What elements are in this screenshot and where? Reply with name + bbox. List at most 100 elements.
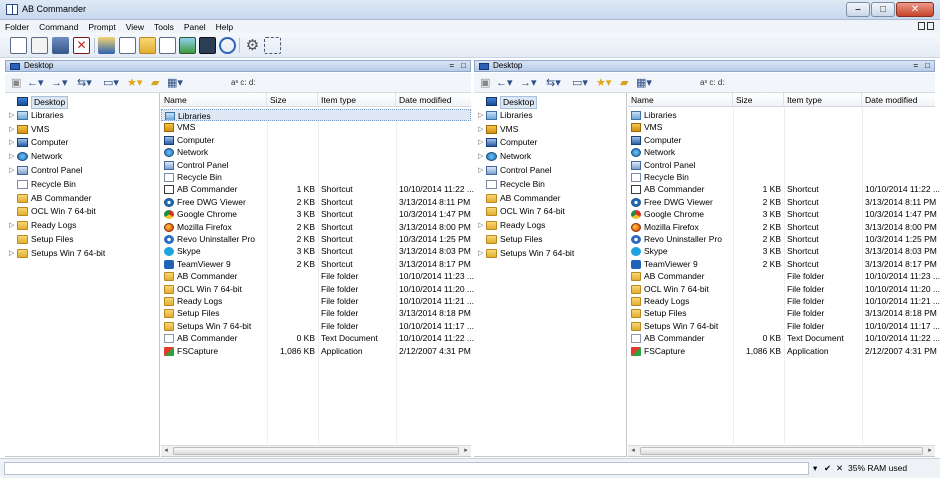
expand-arrow-icon[interactable]: ▷ xyxy=(478,136,486,149)
new-folder-icon[interactable] xyxy=(139,37,156,54)
scrollbar-thumb[interactable] xyxy=(640,447,923,455)
menu-view[interactable]: View xyxy=(121,22,149,32)
table-row[interactable]: AB Commander 1 KB Shortcut 10/10/2014 11:22… xyxy=(628,183,940,195)
table-row[interactable]: AB Commander File folder 10/10/2014 11:23 … xyxy=(161,270,474,282)
table-row[interactable]: VMS xyxy=(161,121,471,133)
expand-arrow-icon[interactable]: ▷ xyxy=(9,150,17,163)
table-row[interactable]: Google Chrome 3 KB Shortcut 10/3/2014 1:47 … xyxy=(161,208,471,220)
column-header-size[interactable]: Size xyxy=(733,93,784,107)
table-row[interactable]: Google Chrome 3 KB Shortcut 10/3/2014 1:47 … xyxy=(628,208,937,220)
scroll-right-icon[interactable]: ▸ xyxy=(925,446,935,456)
table-row[interactable]: OCL Win 7 64-bit File folder 10/10/2014 11… xyxy=(628,283,940,295)
rename-icon[interactable] xyxy=(52,37,69,54)
sync-icon[interactable]: ⇆▾ xyxy=(77,77,92,89)
column-header-size[interactable]: Size xyxy=(267,93,318,107)
paste-icon[interactable] xyxy=(31,37,48,54)
table-row[interactable]: AB Commander 1 KB Shortcut 10/10/2014 11:22… xyxy=(161,183,474,195)
table-row[interactable]: Skype 3 KB Shortcut 3/13/2014 8:03 PM xyxy=(628,245,937,257)
column-header-name[interactable]: Name xyxy=(161,93,267,107)
table-row[interactable]: Computer xyxy=(628,134,935,146)
scrollbar-thumb[interactable] xyxy=(173,447,459,455)
favorites-icon[interactable]: ★▾ xyxy=(596,77,611,89)
expand-arrow-icon[interactable]: ▷ xyxy=(478,109,486,122)
properties-icon[interactable] xyxy=(119,37,136,54)
table-row[interactable]: Control Panel xyxy=(628,159,935,171)
expand-arrow-icon[interactable]: ▷ xyxy=(478,219,486,232)
menu-tools[interactable]: Tools xyxy=(149,22,179,32)
column-header-type[interactable]: Item type xyxy=(784,93,862,107)
settings-icon[interactable]: ⚙ xyxy=(244,37,261,54)
table-row[interactable]: Ready Logs File folder 10/10/2014 11:21 ..… xyxy=(628,295,940,307)
history-dropdown-icon[interactable]: ▾ xyxy=(813,463,817,474)
search-icon[interactable] xyxy=(219,37,236,54)
close-button[interactable]: ✕ xyxy=(896,2,934,17)
table-row[interactable]: Recycle Bin xyxy=(161,171,471,183)
fullscreen-icon[interactable] xyxy=(264,37,281,54)
maximize-button[interactable]: □ xyxy=(871,2,895,17)
right-pane-header[interactable]: Desktop = □ xyxy=(474,60,935,72)
table-row[interactable]: Control Panel xyxy=(161,159,471,171)
forward-icon[interactable]: →▾ xyxy=(520,77,537,89)
cancel-x-icon[interactable]: ✕ xyxy=(836,463,843,474)
table-row[interactable]: Revo Uninstaller Pro 2 KB Shortcut 10/3/201… xyxy=(161,233,471,245)
expand-arrow-icon[interactable]: ▷ xyxy=(478,164,486,177)
scroll-right-icon[interactable]: ▸ xyxy=(461,446,471,456)
table-row[interactable]: Setups Win 7 64-bit File folder 10/10/2014… xyxy=(628,320,940,332)
table-row[interactable]: Ready Logs File folder 10/10/2014 11:21 ..… xyxy=(161,295,474,307)
command-prompt-icon[interactable] xyxy=(199,37,216,54)
expand-arrow-icon[interactable]: ▷ xyxy=(9,247,17,260)
execute-check-icon[interactable]: ✔ xyxy=(824,463,831,474)
table-row[interactable]: Revo Uninstaller Pro 2 KB Shortcut 10/3/201… xyxy=(628,233,937,245)
table-row[interactable]: AB Commander File folder 10/10/2014 11:23 … xyxy=(628,270,940,282)
expand-arrow-icon[interactable]: ▷ xyxy=(9,219,17,232)
panel-layout-icon[interactable] xyxy=(918,22,934,30)
expand-arrow-icon[interactable]: ▷ xyxy=(9,136,17,149)
table-row[interactable]: Setup Files File folder 3/13/2014 8:18 PM xyxy=(628,307,937,319)
folder-shortcut-icon[interactable]: ▰ xyxy=(620,77,628,89)
expand-arrow-icon[interactable]: ▷ xyxy=(9,123,17,136)
pane-maximize-icon[interactable]: □ xyxy=(925,61,930,71)
table-row[interactable]: FSCapture 1,086 KB Application 2/12/2007 4:… xyxy=(628,345,937,357)
column-header-type[interactable]: Item type xyxy=(318,93,396,107)
left-pane-header[interactable]: Desktop = □ xyxy=(5,60,471,72)
up-folder-icon[interactable]: ▣ xyxy=(480,77,490,89)
table-row[interactable]: Mozilla Firefox 2 KB Shortcut 3/13/2014 8:0… xyxy=(161,221,471,233)
column-header-date[interactable]: Date modified xyxy=(862,93,940,107)
table-row[interactable]: AB Commander 0 KB Text Document 10/10/2014 … xyxy=(628,332,940,344)
drive-buttons[interactable]: aˢ c: d: xyxy=(231,77,256,89)
expand-arrow-icon[interactable]: ▷ xyxy=(9,109,17,122)
copy-icon[interactable] xyxy=(10,37,27,54)
scroll-left-icon[interactable]: ◂ xyxy=(161,446,171,456)
table-row[interactable]: Setups Win 7 64-bit File folder 10/10/2014… xyxy=(161,320,474,332)
back-icon[interactable]: ←▾ xyxy=(496,77,513,89)
image-view-icon[interactable] xyxy=(179,37,196,54)
menu-panel[interactable]: Panel xyxy=(179,22,211,32)
menu-prompt[interactable]: Prompt xyxy=(83,22,120,32)
table-row[interactable]: Setup Files File folder 3/13/2014 8:18 PM xyxy=(161,307,471,319)
pane-menu-icon[interactable]: = xyxy=(449,61,454,71)
command-line-input[interactable] xyxy=(4,462,809,475)
expand-arrow-icon[interactable]: ▷ xyxy=(478,247,486,260)
up-folder-icon[interactable]: ▣ xyxy=(11,77,21,89)
table-row[interactable]: Recycle Bin xyxy=(628,171,935,183)
table-row[interactable]: Free DWG Viewer 2 KB Shortcut 3/13/2014 8:1… xyxy=(161,196,471,208)
pane-maximize-icon[interactable]: □ xyxy=(461,61,466,71)
table-row[interactable]: Network xyxy=(628,146,935,158)
table-row[interactable]: Mozilla Firefox 2 KB Shortcut 3/13/2014 8:0… xyxy=(628,221,937,233)
table-row[interactable]: Free DWG Viewer 2 KB Shortcut 3/13/2014 8:1… xyxy=(628,196,936,208)
horizontal-scrollbar[interactable]: ◂ ▸ xyxy=(628,445,935,456)
favorites-icon[interactable]: ★▾ xyxy=(127,77,142,89)
back-icon[interactable]: ←▾ xyxy=(27,77,44,89)
table-row[interactable]: AB Commander 0 KB Text Document 10/10/2014 … xyxy=(161,332,474,344)
pane-menu-icon[interactable]: = xyxy=(913,61,918,71)
table-row[interactable]: Skype 3 KB Shortcut 3/13/2014 8:03 PM xyxy=(161,245,471,257)
table-row[interactable]: Libraries xyxy=(628,109,935,121)
table-row[interactable]: Network xyxy=(161,146,471,158)
view-icon[interactable] xyxy=(159,37,176,54)
monitor-icon[interactable]: ▭▾ xyxy=(572,77,588,89)
menu-command[interactable]: Command xyxy=(34,22,83,32)
table-row[interactable]: OCL Win 7 64-bit File folder 10/10/2014 11… xyxy=(161,283,474,295)
expand-arrow-icon[interactable]: ▷ xyxy=(478,150,486,163)
folder-shortcut-icon[interactable]: ▰ xyxy=(151,77,159,89)
table-row[interactable]: TeamViewer 9 2 KB Shortcut 3/13/2014 8:17 P… xyxy=(628,258,937,270)
